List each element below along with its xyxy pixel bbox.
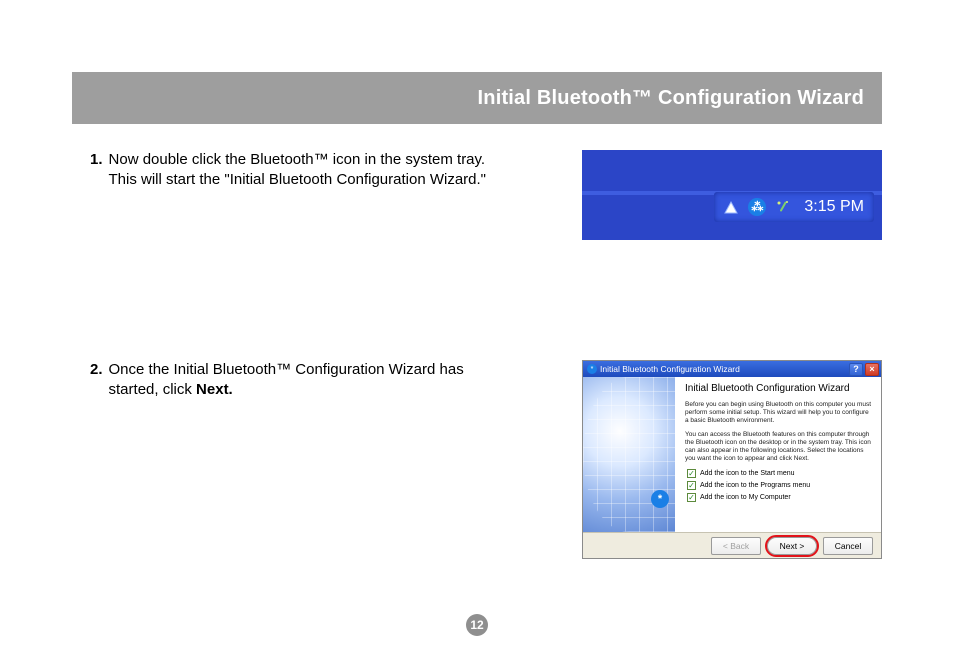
wand-icon (774, 198, 792, 216)
bluetooth-icon[interactable]: ⁂ (748, 198, 766, 216)
systray-screenshot: ⁂ 3:15 PM (582, 150, 882, 240)
back-button: < Back (711, 537, 761, 555)
checkbox-row[interactable]: ✓ Add the icon to the Start menu (687, 469, 873, 478)
checkbox-row[interactable]: ✓ Add the icon to the Programs menu (687, 481, 873, 490)
step-body: Once the Initial Bluetooth™ Configuratio… (109, 360, 489, 401)
step-body-prefix: Once the Initial Bluetooth™ Configuratio… (109, 361, 464, 398)
step-text: 1. Now double click the Bluetooth™ icon … (90, 150, 552, 191)
wizard-paragraph: You can access the Bluetooth features on… (685, 431, 873, 464)
wizard-main: Initial Bluetooth Configuration Wizard B… (675, 377, 881, 532)
checkbox-label: Add the icon to the Programs menu (700, 482, 810, 489)
wizard-heading: Initial Bluetooth Configuration Wizard (685, 383, 873, 395)
next-button[interactable]: Next > (767, 537, 817, 555)
close-button[interactable]: × (865, 363, 879, 376)
wizard-body: * Initial Bluetooth Configuration Wizard… (583, 377, 881, 532)
checkbox-label: Add the icon to the Start menu (700, 470, 795, 477)
checkbox-checked-icon: ✓ (687, 493, 696, 502)
globe-grid (583, 377, 675, 532)
wizard-sidebar-image: * (583, 377, 675, 532)
step-row: 2. Once the Initial Bluetooth™ Configura… (90, 360, 882, 559)
checkbox-row[interactable]: ✓ Add the icon to My Computer (687, 493, 873, 502)
page-number-text: 12 (470, 618, 483, 632)
page-content: 1. Now double click the Bluetooth™ icon … (90, 150, 882, 604)
step-body: Now double click the Bluetooth™ icon in … (109, 150, 489, 191)
bluetooth-glyph: ⁂ (751, 200, 763, 214)
page-number-badge: 12 (466, 614, 488, 636)
help-button[interactable]: ? (849, 363, 863, 376)
wizard-window: * Initial Bluetooth Configuration Wizard… (582, 360, 882, 559)
step-text: 2. Once the Initial Bluetooth™ Configura… (90, 360, 552, 401)
checkbox-label: Add the icon to My Computer (700, 494, 791, 501)
checkbox-checked-icon: ✓ (687, 469, 696, 478)
checkbox-checked-icon: ✓ (687, 481, 696, 490)
step-number: 1. (90, 150, 103, 191)
cancel-button[interactable]: Cancel (823, 537, 873, 555)
page-header: Initial Bluetooth™ Configuration Wizard (72, 72, 882, 124)
step-number: 2. (90, 360, 103, 401)
clock-time: 3:15 PM (804, 198, 864, 216)
wizard-titlebar: * Initial Bluetooth Configuration Wizard… (583, 361, 881, 377)
step-body-bold: Next. (196, 381, 233, 398)
system-tray: ⁂ 3:15 PM (714, 192, 874, 222)
wizard-paragraph: Before you can begin using Bluetooth on … (685, 401, 873, 425)
page-title: Initial Bluetooth™ Configuration Wizard (478, 87, 864, 110)
titlebar-bluetooth-icon: * (587, 364, 597, 374)
step-row: 1. Now double click the Bluetooth™ icon … (90, 150, 882, 240)
network-status-icon (722, 198, 740, 216)
wizard-title-text: Initial Bluetooth Configuration Wizard (600, 364, 847, 374)
wizard-footer: < Back Next > Cancel (583, 532, 881, 558)
bluetooth-badge-icon: * (651, 490, 669, 508)
